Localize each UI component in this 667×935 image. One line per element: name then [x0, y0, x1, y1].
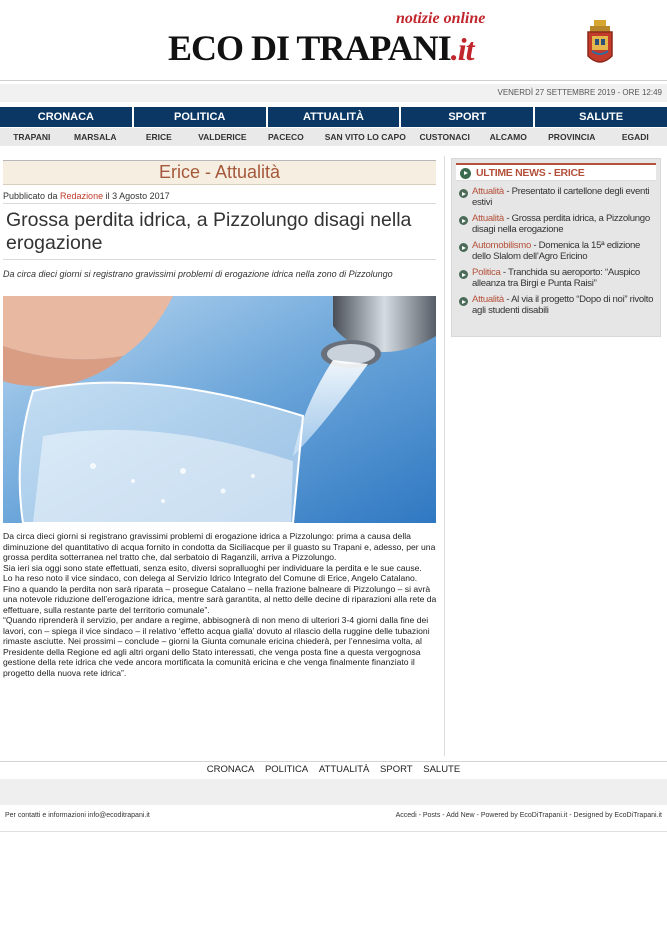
byline-date: il 3 Agosto 2017 [103, 191, 170, 201]
nav-salute[interactable]: SALUTE [535, 107, 667, 127]
news-item[interactable]: Automobilismo - Domenica la 15ª edizione… [456, 240, 656, 262]
nav-attualita[interactable]: ATTUALITÀ [267, 107, 400, 127]
news-item[interactable]: Politica - Tranchida su aeroporto: “Ausp… [456, 267, 656, 289]
footer-nav-attualita[interactable]: ATTUALITÀ [319, 764, 370, 775]
tagline: notizie online [396, 10, 486, 27]
latest-news-list: Attualità - Presentato il cartellone deg… [456, 186, 656, 321]
header-divider [0, 80, 667, 81]
news-item[interactable]: Attualità - Grossa perdita idrica, a Piz… [456, 213, 656, 235]
byline-divider [3, 203, 436, 204]
news-category: Attualità [472, 294, 504, 305]
brand-main: ECO DI TRAPANI [168, 28, 452, 68]
news-category: Politica [472, 267, 501, 278]
town-nav: TRAPANI MARSALA ERICE VALDERICE PACECO S… [0, 128, 667, 146]
footer-band [0, 779, 667, 805]
footer-contact[interactable]: Per contatti e informazioni info@ecoditr… [5, 812, 150, 819]
town-custonaci[interactable]: CUSTONACI [413, 128, 477, 146]
article-summary: Da circa dieci giorni si registrano grav… [3, 269, 393, 279]
nav-politica[interactable]: POLITICA [133, 107, 266, 127]
footer-nav: CRONACA POLITICA ATTUALITÀ SPORT SALUTE [0, 764, 667, 775]
city-crest-icon [587, 20, 613, 63]
footer-nav-salute[interactable]: SALUTE [423, 764, 460, 775]
town-paceco[interactable]: PACECO [254, 128, 318, 146]
main-nav: CRONACA POLITICA ATTUALITÀ SPORT SALUTE [0, 107, 667, 127]
article-paragraph: Lo ha reso noto il vice sindaco, con del… [3, 573, 418, 583]
current-date: VENERDÌ 27 SETTEMBRE 2019 - ORE 12:49 [497, 88, 662, 97]
footer-nav-cronaca[interactable]: CRONACA [207, 764, 255, 775]
nav-cronaca[interactable]: CRONACA [0, 107, 132, 127]
column-divider [444, 156, 445, 756]
article-paragraph: Sia ieri sia oggi sono state effettuati,… [3, 562, 422, 573]
date-bar: VENERDÌ 27 SETTEMBRE 2019 - ORE 12:49 [0, 84, 667, 102]
news-category: Attualità [472, 186, 504, 197]
town-trapani[interactable]: TRAPANI [0, 128, 64, 146]
footer-credits[interactable]: Accedi - Posts - Add New - Powered by Ec… [396, 812, 662, 819]
latest-news-title: ULTIME NEWS - ERICE [476, 167, 585, 179]
site-logo[interactable]: ECO DI TRAPANI.it [168, 28, 475, 69]
latest-news-widget: ULTIME NEWS - ERICE Attualità - Presenta… [451, 158, 661, 337]
footer-nav-sport[interactable]: SPORT [380, 764, 413, 775]
town-provincia[interactable]: PROVINCIA [540, 128, 604, 146]
town-erice[interactable]: ERICE [127, 128, 191, 146]
headline-divider [3, 259, 436, 260]
article-paragraph: Fino a quando la perdita non sarà ripara… [3, 583, 437, 615]
town-alcamo[interactable]: ALCAMO [476, 128, 540, 146]
nav-sport[interactable]: SPORT [401, 107, 534, 127]
play-circle-icon [460, 168, 471, 179]
masthead: notizie online ECO DI TRAPANI.it [0, 0, 667, 80]
town-valderice[interactable]: VALDERICE [191, 128, 255, 146]
byline: Pubblicato da Redazione il 3 Agosto 2017 [3, 191, 170, 201]
footer-bar: Per contatti e informazioni info@ecoditr… [0, 806, 667, 832]
town-san-vito-lo-capo[interactable]: SAN VITO LO CAPO [318, 128, 413, 146]
news-category: Automobilismo [472, 240, 532, 251]
town-egadi[interactable]: EGADI [604, 128, 667, 146]
town-marsala[interactable]: MARSALA [64, 128, 128, 146]
article-photo [3, 296, 436, 523]
brand-suffix: .it [450, 31, 475, 67]
section-title: Erice - Attualità [3, 160, 436, 185]
latest-news-header: ULTIME NEWS - ERICE [456, 163, 656, 181]
article-paragraph: Da circa dieci giorni si registrano grav… [3, 531, 436, 562]
article-paragraph: “Quando riprenderà il servizio, per anda… [3, 615, 430, 678]
article-body: Da circa dieci giorni si registrano grav… [3, 531, 437, 678]
byline-prefix: Pubblicato da [3, 191, 61, 201]
footer-divider [0, 761, 667, 762]
footer-nav-politica[interactable]: POLITICA [265, 764, 308, 775]
news-category: Attualità [472, 213, 504, 224]
news-item[interactable]: Attualità - Al via il progetto “Dopo di … [456, 294, 656, 316]
author-link[interactable]: Redazione [60, 191, 103, 201]
news-item[interactable]: Attualità - Presentato il cartellone deg… [456, 186, 656, 208]
article-headline: Grossa perdita idrica, a Pizzolungo disa… [6, 209, 412, 254]
